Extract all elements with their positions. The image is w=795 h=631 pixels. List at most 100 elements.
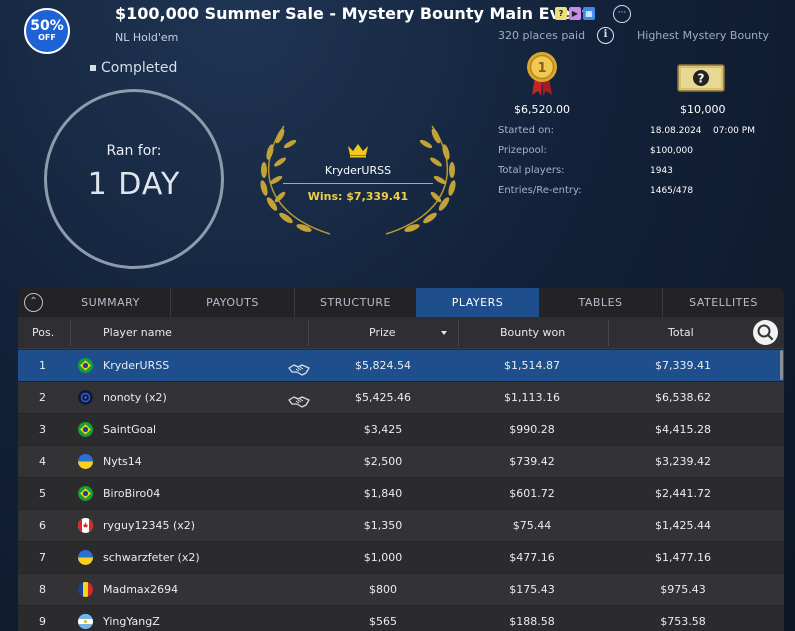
- column-divider: [458, 320, 459, 346]
- detail-value: 1943: [650, 166, 673, 176]
- status-text: Completed: [101, 60, 178, 76]
- player-bounty-won: $477.16: [509, 551, 555, 564]
- tab-payouts[interactable]: PAYOUTS: [171, 288, 295, 317]
- mystery-bounty-box-icon: ?: [677, 64, 725, 92]
- column-bounty-won[interactable]: Bounty won: [500, 317, 565, 349]
- player-name[interactable]: schwarzfeter (x2): [103, 542, 200, 573]
- lobby-panel: ⌃ SUMMARY PAYOUTS STRUCTURE PLAYERS TABL…: [18, 288, 784, 631]
- player-name[interactable]: SaintGoal: [103, 414, 156, 445]
- title-icons: ? ▶ ▦: [555, 7, 595, 20]
- table-row[interactable]: 1 KryderURSS $5,824.54 $1,514.87 $7,339.41: [18, 350, 784, 382]
- player-name[interactable]: Nyts14: [103, 446, 142, 477]
- winner-divider: [283, 183, 433, 184]
- player-bounty-won: $188.58: [509, 615, 555, 628]
- promo-badge: 50% OFF: [24, 8, 70, 54]
- player-prize: $565: [369, 615, 397, 628]
- svg-text:1: 1: [537, 61, 546, 76]
- tournament-status: Completed: [90, 60, 177, 76]
- column-total[interactable]: Total: [668, 317, 694, 349]
- detail-label: Entries/Re-entry:: [498, 185, 582, 196]
- player-prize: $800: [369, 583, 397, 596]
- player-position: 7: [39, 551, 46, 564]
- player-total: $1,477.16: [655, 551, 711, 564]
- player-bounty-won: $175.43: [509, 583, 555, 596]
- tab-satellites[interactable]: SATELLITES: [663, 288, 784, 317]
- brazil-flag-icon: [78, 358, 93, 373]
- first-place-medal-icon: 1: [527, 52, 557, 96]
- player-prize: $5,824.54: [355, 359, 411, 372]
- tab-players[interactable]: PLAYERS: [416, 288, 539, 317]
- detail-label: Started on:: [498, 125, 554, 136]
- table-row[interactable]: 7 schwarzfeter (x2) $1,000 $477.16 $1,477.16: [18, 542, 784, 574]
- player-bounty-won: $601.72: [509, 487, 555, 500]
- svg-text:?: ?: [698, 72, 705, 86]
- table-header: Pos. Player name Prize Bounty won Total: [18, 317, 784, 349]
- player-position: 6: [39, 519, 46, 532]
- player-total: $975.43: [660, 583, 706, 596]
- game-type: NL Hold'em: [115, 31, 179, 44]
- table-row[interactable]: 5 BiroBiro04 $1,840 $601.72 $2,441.72: [18, 478, 784, 510]
- tab-bar: ⌃ SUMMARY PAYOUTS STRUCTURE PLAYERS TABL…: [18, 288, 784, 317]
- table-row[interactable]: 6 ryguy12345 (x2) $1,350 $75.44 $1,425.44: [18, 510, 784, 542]
- column-player-name[interactable]: Player name: [103, 317, 172, 349]
- tab-summary[interactable]: SUMMARY: [51, 288, 171, 317]
- player-position: 9: [39, 615, 46, 628]
- column-pos[interactable]: Pos.: [32, 317, 54, 349]
- player-name[interactable]: Madmax2694: [103, 574, 178, 605]
- player-name[interactable]: YingYangZ: [103, 606, 160, 631]
- table-row[interactable]: 9 YingYangZ $565 $188.58 $753.58: [18, 606, 784, 631]
- table-row[interactable]: 8 Madmax2694 $800 $175.43 $975.43: [18, 574, 784, 606]
- player-total: $4,415.28: [655, 423, 711, 436]
- player-prize: $1,840: [363, 487, 403, 500]
- highest-bounty-value: $10,000: [680, 103, 726, 116]
- table-row[interactable]: 2 nonoty (x2) $5,425.46 $1,113.16 $6,538.62: [18, 382, 784, 414]
- ran-for-label: Ran for:: [106, 143, 162, 159]
- search-icon: [757, 324, 774, 341]
- more-options-button[interactable]: ···: [613, 5, 631, 23]
- player-bounty-won: $990.28: [509, 423, 555, 436]
- player-bounty-won: $1,113.16: [504, 391, 560, 404]
- argentina-flag-icon: [78, 614, 93, 629]
- tournament-title: $100,000 Summer Sale - Mystery Bounty Ma…: [115, 4, 590, 23]
- player-total: $753.58: [660, 615, 706, 628]
- tab-tables[interactable]: TABLES: [539, 288, 663, 317]
- table-row[interactable]: 3 SaintGoal $3,425 $990.28 $4,415.28: [18, 414, 784, 446]
- player-prize: $1,350: [363, 519, 403, 532]
- player-bounty-won: $739.42: [509, 455, 555, 468]
- places-paid: 320 places paid: [498, 29, 586, 42]
- question-box-icon[interactable]: ?: [555, 7, 567, 20]
- detail-value: $100,000: [650, 146, 693, 156]
- player-name[interactable]: KryderURSS: [103, 350, 169, 381]
- winner-name: KryderURSS: [324, 164, 392, 177]
- detail-value: 18.08.2024 07:00 PM: [650, 126, 755, 136]
- laurel-wreath-icon: [260, 125, 456, 235]
- video-icon[interactable]: ▶: [569, 7, 581, 20]
- promo-off: OFF: [38, 33, 56, 42]
- column-prize[interactable]: Prize: [369, 317, 396, 349]
- player-position: 4: [39, 455, 46, 468]
- scrollbar-thumb[interactable]: [780, 350, 783, 380]
- detail-label: Total players:: [498, 165, 565, 176]
- tab-structure[interactable]: STRUCTURE: [295, 288, 416, 317]
- status-square-icon: [90, 65, 96, 71]
- player-prize: $1,000: [363, 551, 403, 564]
- column-divider: [608, 320, 609, 346]
- player-prize: $2,500: [363, 455, 403, 468]
- player-name[interactable]: nonoty (x2): [103, 382, 167, 413]
- collapse-chevron-icon[interactable]: ⌃: [24, 293, 43, 312]
- sort-desc-icon[interactable]: [441, 331, 447, 335]
- player-total: $1,425.44: [655, 519, 711, 532]
- player-name[interactable]: ryguy12345 (x2): [103, 510, 195, 541]
- table-row[interactable]: 4 Nyts14 $2,500 $739.42 $3,239.42: [18, 446, 784, 478]
- unknown-flag-icon: [78, 390, 93, 405]
- calendar-icon[interactable]: ▦: [583, 7, 595, 20]
- romania-flag-icon: [78, 582, 93, 597]
- column-divider: [308, 320, 309, 346]
- search-button[interactable]: [753, 320, 778, 345]
- player-bounty-won: $1,514.87: [504, 359, 560, 372]
- players-table: 1 KryderURSS $5,824.54 $1,514.87 $7,339.41 2 n…: [18, 350, 784, 631]
- player-name[interactable]: BiroBiro04: [103, 478, 160, 509]
- info-icon[interactable]: i: [597, 27, 614, 44]
- winner-winnings: Wins: $7,339.41: [307, 190, 409, 203]
- player-total: $7,339.41: [655, 359, 711, 372]
